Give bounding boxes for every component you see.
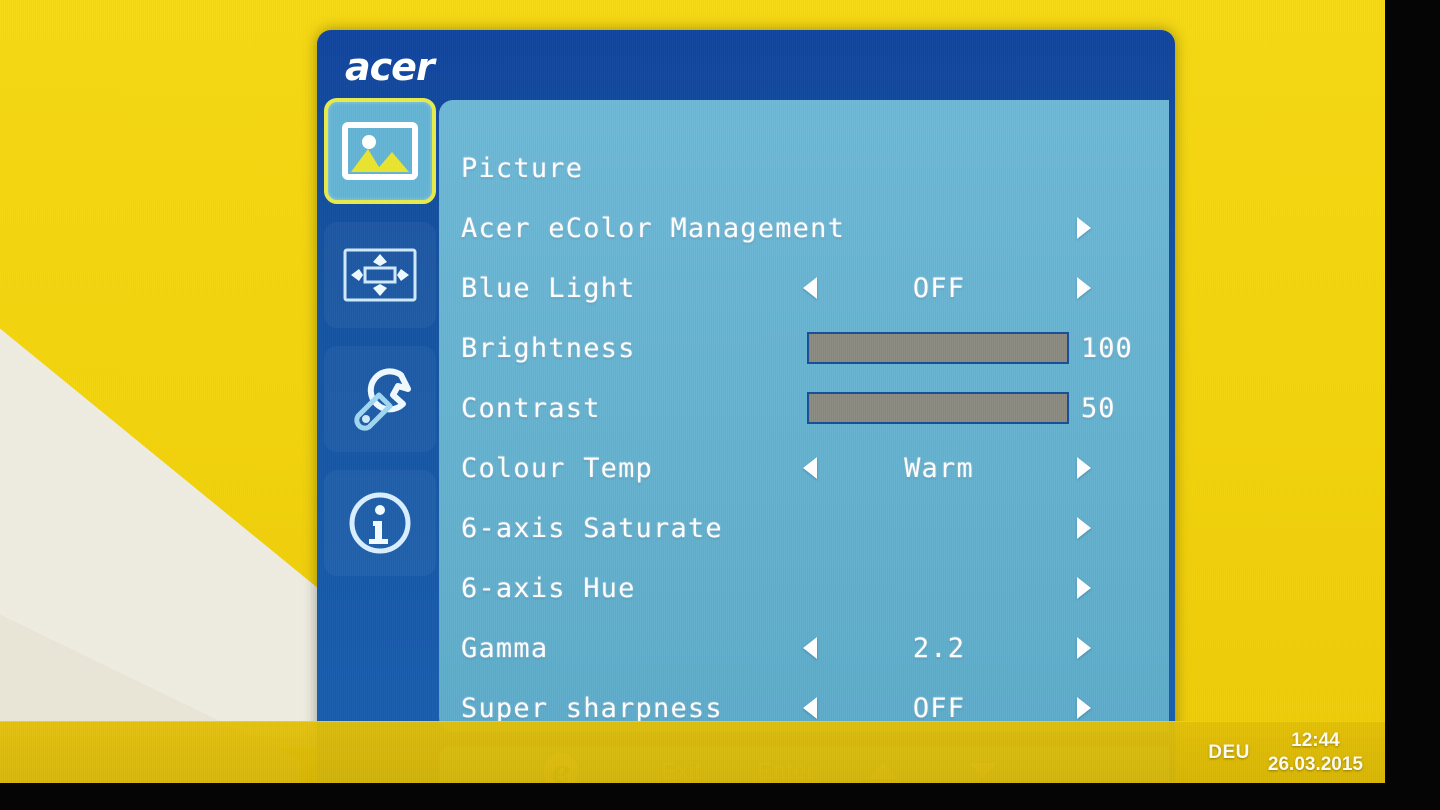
sidebar-item-setting[interactable] (324, 346, 436, 452)
acer-logo: acer (343, 44, 503, 90)
menu-label: Acer eColor Management (461, 212, 846, 244)
taskbar-clock[interactable]: 12:44 26.03.2015 (1268, 729, 1363, 778)
brightness-value: 100 (1081, 332, 1133, 364)
menu-label: Super sharpness (461, 692, 723, 724)
picture-icon (342, 121, 418, 181)
osd-content-panel: Picture Acer eColor Management Blue Ligh… (439, 100, 1169, 732)
chevron-right-icon[interactable] (1077, 217, 1091, 239)
menu-value: OFF (912, 692, 966, 724)
chevron-right-icon[interactable] (1077, 517, 1091, 539)
chevron-right-icon[interactable] (1077, 577, 1091, 599)
menu-label: Blue Light (461, 272, 636, 304)
menu-row-colour-temp[interactable]: Colour Temp Warm (439, 438, 1169, 498)
chevron-left-icon[interactable] (803, 277, 817, 299)
info-icon (346, 489, 414, 557)
chevron-right-icon[interactable] (1077, 277, 1091, 299)
page-title: Picture (461, 152, 584, 184)
svg-text:acer: acer (345, 45, 437, 89)
osd-section-title-row: Picture (439, 138, 1169, 198)
clock-time: 12:44 (1291, 729, 1340, 751)
menu-row-brightness[interactable]: Brightness 100 (439, 318, 1169, 378)
menu-label: Gamma (461, 632, 549, 664)
chevron-left-icon[interactable] (803, 637, 817, 659)
menu-row-acer-ecolor-management[interactable]: Acer eColor Management (439, 198, 1169, 258)
menu-value: OFF (912, 272, 966, 304)
windows-taskbar[interactable]: DEU 12:44 26.03.2015 (0, 721, 1385, 783)
acer-osd-window: acer Picture Acer eColor Management Blue… (317, 30, 1175, 782)
chevron-left-icon[interactable] (803, 697, 817, 719)
menu-row-contrast[interactable]: Contrast 50 (439, 378, 1169, 438)
menu-row-gamma[interactable]: Gamma 2.2 (439, 618, 1169, 678)
menu-label: 6-axis Saturate (461, 512, 723, 544)
language-indicator[interactable]: DEU (1208, 742, 1250, 764)
contrast-slider[interactable] (807, 392, 1069, 424)
sidebar-item-osd-position[interactable] (324, 222, 436, 328)
wrench-icon (345, 366, 415, 432)
clock-date: 26.03.2015 (1267, 754, 1363, 775)
menu-label: Brightness (461, 332, 636, 364)
menu-row-6-axis-hue[interactable]: 6-axis Hue (439, 558, 1169, 618)
menu-value: Warm (904, 452, 974, 484)
contrast-value: 50 (1081, 392, 1116, 424)
chevron-left-icon[interactable] (803, 457, 817, 479)
menu-label: 6-axis Hue (461, 572, 636, 604)
chevron-right-icon[interactable] (1077, 637, 1091, 659)
chevron-right-icon[interactable] (1077, 457, 1091, 479)
brightness-slider[interactable] (807, 332, 1069, 364)
monitor-photo: acer Picture Acer eColor Management Blue… (0, 0, 1440, 810)
osd-position-icon (342, 247, 418, 303)
menu-value: 2.2 (912, 632, 966, 664)
monitor-screen: acer Picture Acer eColor Management Blue… (0, 0, 1385, 783)
sidebar-item-information[interactable] (324, 470, 436, 576)
menu-row-6-axis-saturate[interactable]: 6-axis Saturate (439, 498, 1169, 558)
osd-category-rail[interactable] (321, 98, 439, 698)
chevron-right-icon[interactable] (1077, 697, 1091, 719)
menu-label: Colour Temp (461, 452, 654, 484)
menu-row-blue-light[interactable]: Blue Light OFF (439, 258, 1169, 318)
menu-label: Contrast (461, 392, 601, 424)
system-tray[interactable]: DEU 12:44 26.03.2015 (1208, 722, 1379, 783)
sidebar-item-picture[interactable] (324, 98, 436, 204)
